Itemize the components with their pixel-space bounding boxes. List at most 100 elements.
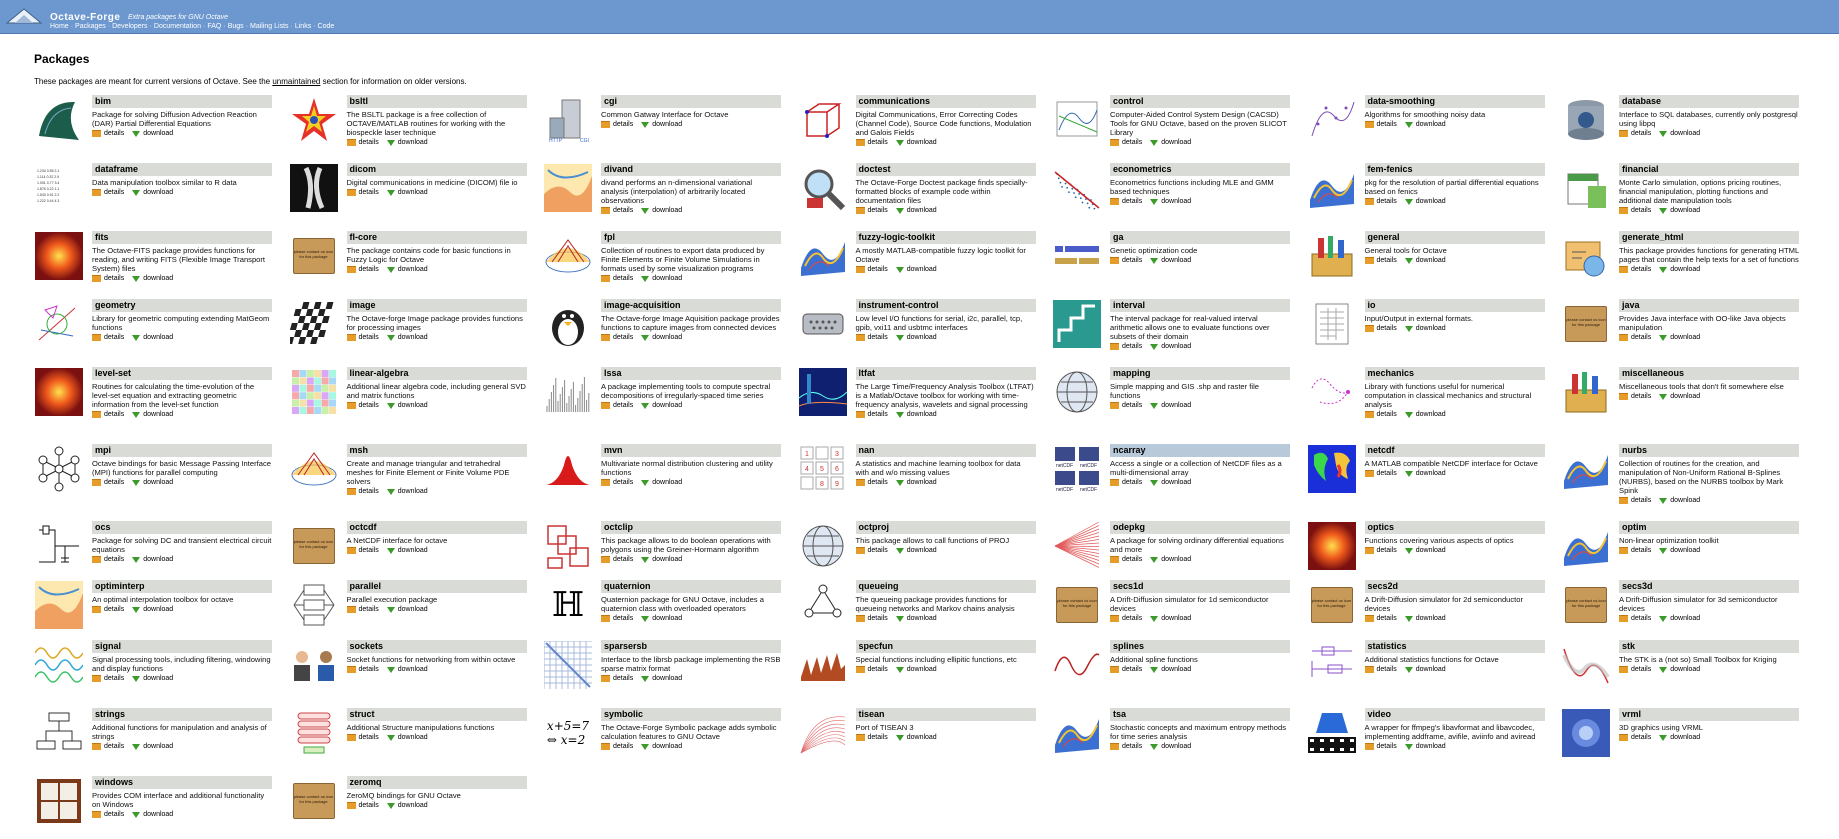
details-link[interactable]: details (346, 402, 379, 409)
download-link[interactable]: download (895, 734, 937, 741)
download-link[interactable]: download (386, 334, 428, 341)
download-link[interactable]: download (132, 130, 173, 137)
download-link[interactable]: download (1659, 393, 1700, 400)
package-name[interactable]: dicom (346, 163, 527, 176)
package-name[interactable]: optiminterp (92, 580, 272, 593)
site-title[interactable]: Octave-Forge (50, 12, 120, 23)
package-name[interactable]: image (346, 299, 527, 312)
details-link[interactable]: details (1110, 257, 1142, 264)
package-name[interactable]: instrument-control (855, 299, 1036, 312)
download-link[interactable]: download (386, 189, 428, 196)
details-link[interactable]: details (855, 666, 888, 673)
details-link[interactable]: details (1619, 666, 1651, 673)
details-link[interactable]: details (1619, 207, 1651, 214)
details-link[interactable]: details (346, 802, 379, 809)
download-link[interactable]: download (895, 666, 937, 673)
details-link[interactable]: details (601, 615, 633, 622)
download-link[interactable]: download (895, 479, 937, 486)
download-link[interactable]: download (1150, 139, 1191, 146)
download-link[interactable]: download (1659, 615, 1700, 622)
download-link[interactable]: download (641, 207, 682, 214)
package-name[interactable]: octproj (855, 521, 1036, 534)
download-link[interactable]: download (1404, 411, 1446, 418)
package-name[interactable]: divand (601, 163, 781, 176)
package-name[interactable]: signal (92, 640, 272, 653)
download-link[interactable]: download (1659, 547, 1700, 554)
details-link[interactable]: details (855, 615, 888, 622)
package-name[interactable]: econometrics (1110, 163, 1290, 176)
details-link[interactable]: details (1364, 325, 1397, 332)
package-name[interactable]: io (1364, 299, 1545, 312)
details-link[interactable]: details (346, 488, 379, 495)
details-link[interactable]: details (855, 479, 888, 486)
package-name[interactable]: bsltl (346, 95, 527, 108)
download-link[interactable]: download (1150, 479, 1191, 486)
download-link[interactable]: download (1659, 334, 1700, 341)
download-link[interactable]: download (1404, 743, 1446, 750)
details-link[interactable]: details (1619, 334, 1651, 341)
details-link[interactable]: details (92, 556, 124, 563)
details-link[interactable]: details (92, 479, 124, 486)
package-name[interactable]: communications (855, 95, 1036, 108)
download-link[interactable]: download (1404, 547, 1446, 554)
nav-link-mailing-lists[interactable]: Mailing Lists (250, 23, 289, 30)
download-link[interactable]: download (641, 479, 682, 486)
download-link[interactable]: download (641, 615, 682, 622)
nav-link-documentation[interactable]: Documentation (154, 23, 201, 30)
download-link[interactable]: download (1150, 556, 1191, 563)
nav-link-links[interactable]: Links (295, 23, 311, 30)
download-link[interactable]: download (641, 675, 682, 682)
download-link[interactable]: download (132, 411, 173, 418)
download-link[interactable]: download (132, 675, 173, 682)
details-link[interactable]: details (92, 275, 124, 282)
details-link[interactable]: details (346, 606, 379, 613)
package-name[interactable]: vrml (1619, 708, 1799, 721)
package-name[interactable]: ga (1110, 231, 1290, 244)
download-link[interactable]: download (132, 189, 173, 196)
download-link[interactable]: download (1404, 257, 1446, 264)
package-name[interactable]: symbolic (601, 708, 781, 721)
package-name[interactable]: secs1d (1110, 580, 1290, 593)
download-link[interactable]: download (1659, 130, 1700, 137)
details-link[interactable]: details (1110, 743, 1142, 750)
package-name[interactable]: control (1110, 95, 1290, 108)
package-name[interactable]: image-acquisition (601, 299, 781, 312)
download-link[interactable]: download (386, 139, 428, 146)
download-link[interactable]: download (1404, 121, 1446, 128)
details-link[interactable]: details (92, 189, 124, 196)
package-name[interactable]: octclip (601, 521, 781, 534)
download-link[interactable]: download (1150, 666, 1191, 673)
download-link[interactable]: download (1150, 343, 1191, 350)
download-link[interactable]: download (641, 402, 682, 409)
package-name[interactable]: sparsersb (601, 640, 781, 653)
download-link[interactable]: download (641, 275, 682, 282)
details-link[interactable]: details (1619, 734, 1651, 741)
details-link[interactable]: details (92, 334, 124, 341)
package-name[interactable]: fpl (601, 231, 781, 244)
download-link[interactable]: download (895, 334, 937, 341)
download-link[interactable]: download (132, 556, 173, 563)
download-link[interactable]: download (386, 547, 428, 554)
details-link[interactable]: details (1364, 547, 1397, 554)
package-name[interactable]: mechanics (1364, 367, 1545, 380)
download-link[interactable]: download (895, 615, 937, 622)
package-name[interactable]: generate_html (1619, 231, 1799, 244)
details-link[interactable]: details (855, 411, 888, 418)
details-link[interactable]: details (855, 207, 888, 214)
package-name[interactable]: octcdf (346, 521, 527, 534)
details-link[interactable]: details (855, 547, 888, 554)
octave-logo-icon[interactable] (5, 5, 43, 29)
nav-link-bugs[interactable]: Bugs (228, 23, 244, 30)
package-name[interactable]: ltfat (855, 367, 1036, 380)
download-link[interactable]: download (895, 139, 937, 146)
details-link[interactable]: details (1619, 615, 1651, 622)
package-name[interactable]: general (1364, 231, 1545, 244)
download-link[interactable]: download (1150, 402, 1191, 409)
package-name[interactable]: lssa (601, 367, 781, 380)
package-name[interactable]: tisean (855, 708, 1036, 721)
package-name[interactable]: nan (855, 444, 1036, 457)
download-link[interactable]: download (1150, 198, 1191, 205)
package-name[interactable]: statistics (1364, 640, 1545, 653)
nav-link-packages[interactable]: Packages (75, 23, 106, 30)
details-link[interactable]: details (346, 734, 379, 741)
